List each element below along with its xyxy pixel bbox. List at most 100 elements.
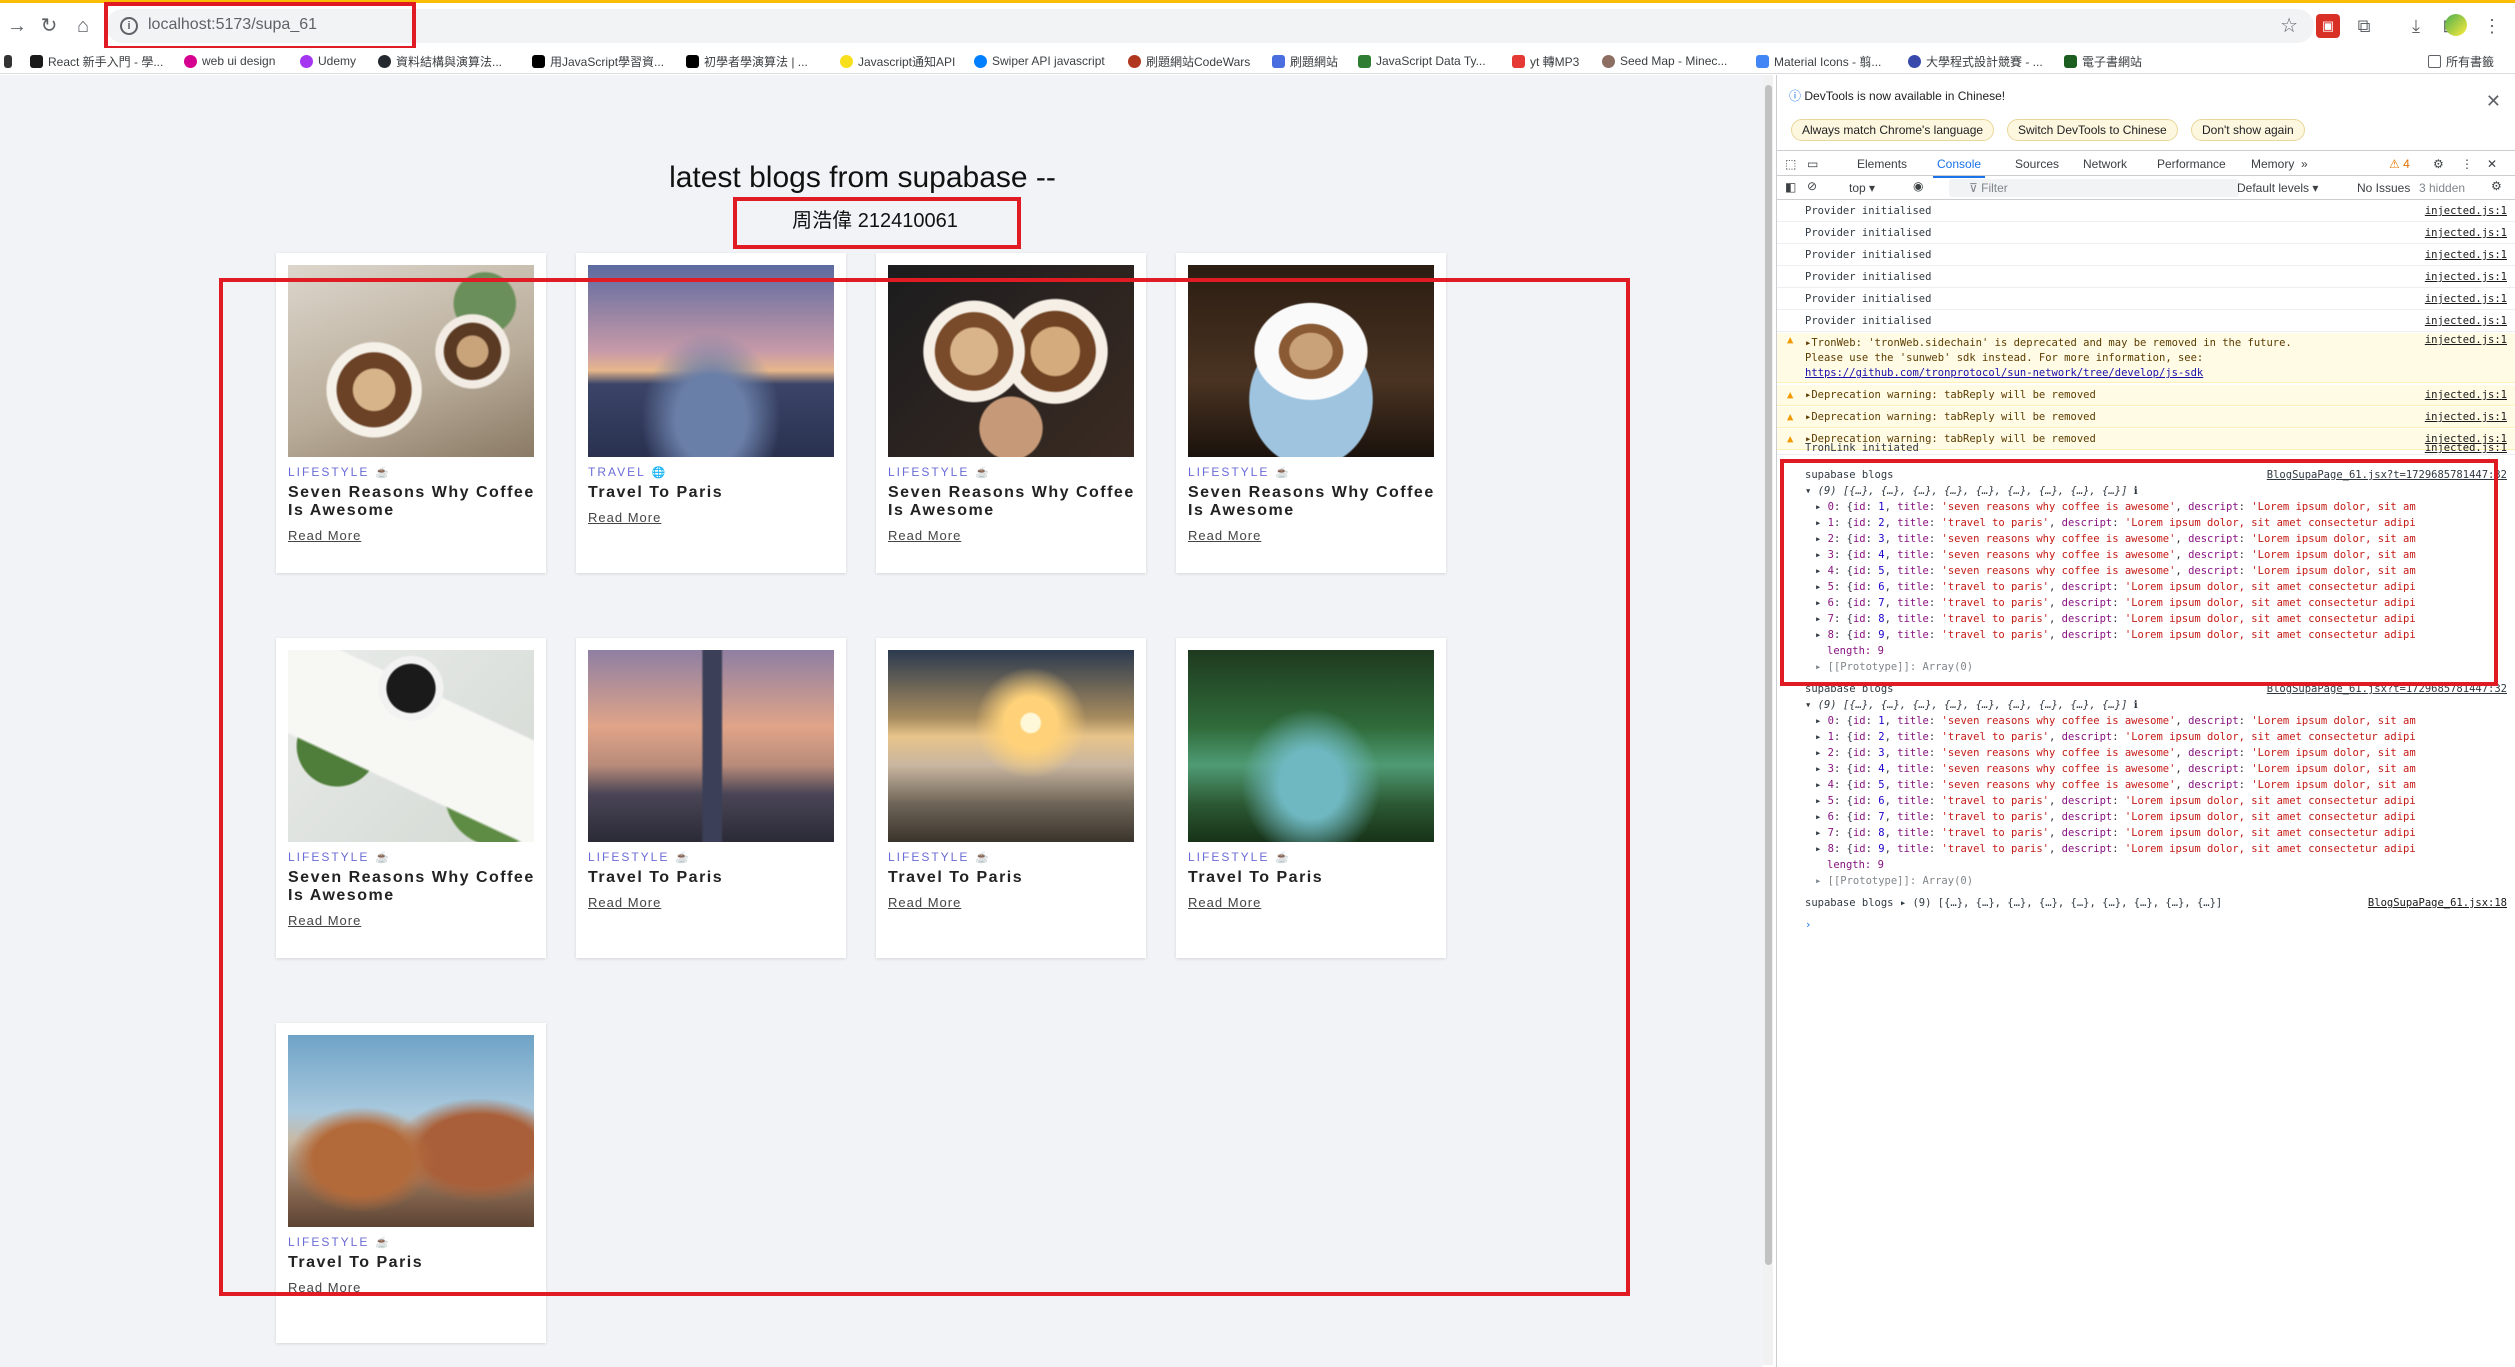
- extension-red-icon[interactable]: ▣: [2316, 14, 2340, 38]
- expand-arrow-icon[interactable]: ▾: [1805, 699, 1818, 711]
- site-info-icon[interactable]: i: [120, 17, 138, 35]
- expand-arrow-icon[interactable]: ▸: [1815, 565, 1828, 577]
- array-item[interactable]: ▸ 5: {id: 6, title: 'travel to paris', d…: [1805, 579, 2515, 595]
- bookmark-item[interactable]: 刷題網站: [1272, 52, 1338, 70]
- inspect-icon[interactable]: ⬚: [1785, 157, 1796, 171]
- profile-avatar[interactable]: [2445, 14, 2467, 36]
- bookmark-item[interactable]: 初學者學演算法 | ...: [686, 52, 808, 70]
- array-item[interactable]: ▸ 2: {id: 3, title: 'seven reasons why c…: [1805, 745, 2515, 761]
- blog-card[interactable]: LIFESTYLE ☕ Seven Reasons Why Coffee Is Awe…: [1176, 253, 1446, 573]
- tab-elements[interactable]: Elements: [1857, 157, 1907, 171]
- device-toggle-icon[interactable]: ▭: [1807, 157, 1818, 171]
- read-more-link[interactable]: Read More: [288, 528, 361, 543]
- expand-arrow-icon[interactable]: ▸: [1815, 747, 1828, 759]
- array-summary-text[interactable]: ▸ (9) [{…}, {…}, {…}, {…}, {…}, {…}, {…}…: [1900, 897, 2222, 909]
- expand-arrow-icon[interactable]: ▸: [1815, 581, 1828, 593]
- read-more-link[interactable]: Read More: [288, 1280, 361, 1295]
- array-summary[interactable]: ▾ (9) [{…}, {…}, {…}, {…}, {…}, {…}, {…}…: [1805, 483, 2515, 499]
- source-link[interactable]: injected.js:1: [2425, 443, 2507, 453]
- clear-console-icon[interactable]: ⊘: [1807, 179, 1817, 193]
- expand-arrow-icon[interactable]: ▸: [1815, 795, 1828, 807]
- expand-arrow-icon[interactable]: ▸: [1815, 843, 1828, 855]
- warning-count[interactable]: ⚠ 4: [2389, 157, 2410, 171]
- array-item[interactable]: ▸ 7: {id: 8, title: 'travel to paris', d…: [1805, 611, 2515, 627]
- reload-icon[interactable]: ↻: [36, 13, 62, 39]
- expand-arrow-icon[interactable]: ▸: [1815, 779, 1828, 791]
- source-link[interactable]: injected.js:1: [2425, 201, 2507, 221]
- blog-card[interactable]: LIFESTYLE ☕ Travel To Paris Read More: [276, 1023, 546, 1343]
- console-settings-icon[interactable]: ⚙: [2491, 179, 2502, 193]
- expand-arrow-icon[interactable]: ▸: [1815, 715, 1828, 727]
- warning-link[interactable]: https://github.com/tronprotocol/sun-netw…: [1805, 366, 2515, 381]
- source-link[interactable]: injected.js:1: [2425, 311, 2507, 331]
- menu-kebab-icon[interactable]: ⋮: [2480, 14, 2504, 38]
- blog-card[interactable]: LIFESTYLE ☕ Seven Reasons Why Coffee Is Awe…: [276, 638, 546, 958]
- source-link[interactable]: injected.js:1: [2425, 333, 2507, 348]
- tab-memory[interactable]: Memory: [2251, 157, 2294, 171]
- more-tabs-icon[interactable]: »: [2301, 157, 2308, 171]
- read-more-link[interactable]: Read More: [588, 510, 661, 525]
- bookmark-item[interactable]: Seed Map - Minec...: [1602, 52, 1727, 70]
- context-select[interactable]: top ▾: [1849, 181, 1875, 195]
- eye-icon[interactable]: ◉: [1913, 179, 1923, 193]
- expand-arrow-icon[interactable]: ▸: [1815, 517, 1828, 529]
- address-bar[interactable]: i localhost:5173/supa_61 ☆: [106, 9, 2314, 43]
- array-item[interactable]: ▸ 6: {id: 7, title: 'travel to paris', d…: [1805, 595, 2515, 611]
- array-item[interactable]: ▸ 5: {id: 6, title: 'travel to paris', d…: [1805, 793, 2515, 809]
- source-link[interactable]: BlogSupaPage_61.jsx?t=1729685781447:32: [2267, 681, 2507, 697]
- bookmark-item[interactable]: [4, 52, 12, 70]
- group-header[interactable]: supabase blogs BlogSupaPage_61.jsx?t=1729…: [1805, 467, 2515, 483]
- levels-select[interactable]: Default levels ▾: [2237, 181, 2318, 195]
- bookmark-item[interactable]: React 新手入門 - 學...: [30, 52, 163, 70]
- array-item[interactable]: ▸ 3: {id: 4, title: 'seven reasons why c…: [1805, 761, 2515, 777]
- bookmark-item[interactable]: Udemy: [300, 52, 356, 70]
- array-item[interactable]: ▸ 4: {id: 5, title: 'seven reasons why c…: [1805, 777, 2515, 793]
- source-link[interactable]: injected.js:1: [2425, 267, 2507, 287]
- array-item[interactable]: ▸ 3: {id: 4, title: 'seven reasons why c…: [1805, 547, 2515, 563]
- expand-arrow-icon[interactable]: ▸: [1815, 533, 1828, 545]
- settings-gear-icon[interactable]: ⚙: [2433, 157, 2444, 171]
- array-item[interactable]: ▸ 0: {id: 1, title: 'seven reasons why c…: [1805, 713, 2515, 729]
- source-link[interactable]: injected.js:1: [2425, 223, 2507, 243]
- source-link[interactable]: injected.js:1: [2425, 245, 2507, 265]
- sidebar-toggle-icon[interactable]: ◧: [1785, 180, 1796, 194]
- read-more-link[interactable]: Read More: [288, 913, 361, 928]
- blog-card[interactable]: LIFESTYLE ☕ Seven Reasons Why Coffee Is Awe…: [276, 253, 546, 573]
- source-link[interactable]: BlogSupaPage_61.jsx?t=1729685781447:32: [2267, 467, 2507, 483]
- bookmark-item[interactable]: 用JavaScript學習資...: [532, 52, 664, 70]
- source-link[interactable]: BlogSupaPage_61.jsx:18: [2368, 893, 2507, 914]
- bookmark-item[interactable]: 刷題網站CodeWars: [1128, 52, 1250, 70]
- array-summary[interactable]: ▾ (9) [{…}, {…}, {…}, {…}, {…}, {…}, {…}…: [1805, 697, 2515, 713]
- array-item[interactable]: ▸ 8: {id: 9, title: 'travel to paris', d…: [1805, 841, 2515, 857]
- extensions-puzzle-icon[interactable]: ⧉: [2352, 14, 2376, 38]
- group-header[interactable]: supabase blogs BlogSupaPage_61.jsx?t=1729…: [1805, 681, 2515, 697]
- forward-icon[interactable]: →: [4, 13, 30, 39]
- close-devtools-icon[interactable]: ✕: [2487, 157, 2497, 171]
- expand-arrow-icon[interactable]: ▸: [1815, 501, 1828, 513]
- read-more-link[interactable]: Read More: [1188, 528, 1261, 543]
- array-item[interactable]: ▸ 7: {id: 8, title: 'travel to paris', d…: [1805, 825, 2515, 841]
- array-item[interactable]: ▸ 4: {id: 5, title: 'seven reasons why c…: [1805, 563, 2515, 579]
- array-item[interactable]: ▸ 6: {id: 7, title: 'travel to paris', d…: [1805, 809, 2515, 825]
- bookmark-item[interactable]: 大學程式設計競賽 - ...: [1908, 52, 2043, 70]
- filter-input[interactable]: ⊽ Filter: [1949, 179, 2239, 197]
- dont-show-button[interactable]: Don't show again: [2191, 119, 2305, 141]
- close-notice-icon[interactable]: ✕: [2486, 91, 2501, 112]
- tab-console[interactable]: Console: [1932, 157, 1986, 178]
- blog-card[interactable]: LIFESTYLE ☕ Travel To Paris Read More: [876, 638, 1146, 958]
- tab-sources[interactable]: Sources: [2015, 157, 2059, 171]
- array-item[interactable]: ▸ 1: {id: 2, title: 'travel to paris', d…: [1805, 515, 2515, 531]
- expand-arrow-icon[interactable]: ▸: [1815, 613, 1828, 625]
- expand-arrow-icon[interactable]: ▸: [1815, 763, 1828, 775]
- blog-card[interactable]: LIFESTYLE ☕ Travel To Paris Read More: [1176, 638, 1446, 958]
- bookmark-item[interactable]: JavaScript Data Ty...: [1358, 52, 1486, 70]
- bookmark-star-icon[interactable]: ☆: [2280, 13, 2298, 38]
- blog-card[interactable]: TRAVEL 🌐 Travel To Paris Read More: [576, 253, 846, 573]
- bookmark-item[interactable]: Javascript通知API: [840, 52, 955, 70]
- expand-arrow-icon[interactable]: ▸: [1815, 629, 1828, 641]
- array-item[interactable]: ▸ 8: {id: 9, title: 'travel to paris', d…: [1805, 627, 2515, 643]
- array-prototype[interactable]: ▸ [[Prototype]]: Array(0): [1805, 659, 2515, 675]
- page-scrollbar[interactable]: [1763, 75, 1773, 1365]
- switch-chinese-button[interactable]: Switch DevTools to Chinese: [2007, 119, 2178, 141]
- expand-arrow-icon[interactable]: ▸: [1815, 549, 1828, 561]
